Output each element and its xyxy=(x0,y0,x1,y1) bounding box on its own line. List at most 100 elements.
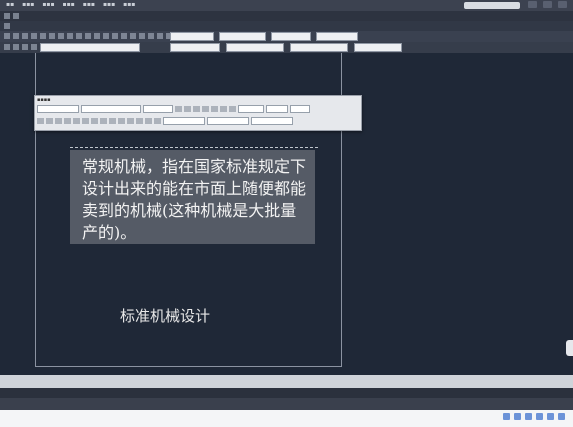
align-right-icon[interactable] xyxy=(82,118,89,124)
tool-icon[interactable] xyxy=(67,33,73,39)
columns-icon[interactable] xyxy=(37,118,44,124)
minimize-icon[interactable] xyxy=(528,1,537,8)
paragraph-row xyxy=(37,117,293,125)
tool-icon[interactable] xyxy=(4,44,10,50)
uppercase-icon[interactable] xyxy=(136,118,143,124)
tool-icon[interactable] xyxy=(13,13,19,19)
text-formatting-toolbar[interactable]: ▪▪▪▪ xyxy=(34,95,362,131)
font-select[interactable] xyxy=(81,105,141,113)
insert-field-icon[interactable] xyxy=(127,118,134,124)
tool-icon[interactable] xyxy=(148,33,154,39)
system-tray xyxy=(503,413,565,420)
side-panel-tab[interactable] xyxy=(566,340,573,356)
search-input[interactable] xyxy=(464,2,520,9)
text-style-select[interactable] xyxy=(37,105,79,113)
tool-icon[interactable] xyxy=(31,44,37,50)
title-bar: ▪▪ ▪▪▪ ▪▪▪ ▪▪▪ ▪▪▪ ▪▪▪ ▪▪▪ xyxy=(0,0,573,11)
layer-dropdown[interactable] xyxy=(40,43,140,52)
status-bar xyxy=(0,398,573,410)
menu-item[interactable]: ▪▪▪ xyxy=(123,1,135,8)
dim-style-dropdown[interactable] xyxy=(219,32,266,41)
mtext-content[interactable]: 常规机械，指在国家标准规定下设计出来的能在市面上随便都能卖到的机械(这种机械是大… xyxy=(82,156,312,244)
underline-icon[interactable] xyxy=(193,106,200,112)
tool-icon[interactable] xyxy=(85,33,91,39)
distribute-icon[interactable] xyxy=(100,118,107,124)
tool-icon[interactable] xyxy=(139,33,145,39)
window-controls xyxy=(528,1,567,8)
bold-icon[interactable] xyxy=(175,106,182,112)
menu-item[interactable]: ▪▪▪ xyxy=(63,1,75,8)
tool-icon[interactable] xyxy=(112,33,118,39)
menu-item[interactable]: ▪▪▪ xyxy=(103,1,115,8)
overline-icon[interactable] xyxy=(202,106,209,112)
taskbar xyxy=(0,410,573,427)
tool-icon[interactable] xyxy=(13,33,19,39)
color-dropdown[interactable] xyxy=(170,43,220,52)
linetype-dropdown[interactable] xyxy=(226,43,284,52)
table-style-dropdown[interactable] xyxy=(271,32,311,41)
tool-icon[interactable] xyxy=(31,33,37,39)
tool-icon[interactable] xyxy=(4,23,10,29)
undo-icon[interactable] xyxy=(211,106,218,112)
ok-button[interactable] xyxy=(266,105,288,113)
justify-icon[interactable] xyxy=(46,118,53,124)
tray-icon[interactable] xyxy=(503,413,510,420)
align-center-icon[interactable] xyxy=(73,118,80,124)
tool-icon[interactable] xyxy=(157,33,163,39)
redo-icon[interactable] xyxy=(220,106,227,112)
menu-item[interactable]: ▪▪▪ xyxy=(83,1,95,8)
tool-icon[interactable] xyxy=(103,33,109,39)
tracking-input[interactable] xyxy=(207,117,249,125)
tray-icon[interactable] xyxy=(536,413,543,420)
toolbar-row-1 xyxy=(0,11,573,21)
tray-icon[interactable] xyxy=(514,413,521,420)
tool-icon[interactable] xyxy=(121,33,127,39)
tool-icon[interactable] xyxy=(22,33,28,39)
tool-icon[interactable] xyxy=(130,33,136,39)
width-factor-input[interactable] xyxy=(251,117,293,125)
plotstyle-dropdown[interactable] xyxy=(354,43,402,52)
line-spacing-icon[interactable] xyxy=(109,118,116,124)
tool-icon[interactable] xyxy=(22,44,28,50)
justify-full-icon[interactable] xyxy=(91,118,98,124)
options-button[interactable] xyxy=(290,105,310,113)
menu-item[interactable]: ▪▪▪ xyxy=(42,1,54,8)
oblique-angle-input[interactable] xyxy=(163,117,205,125)
command-history xyxy=(0,375,573,388)
command-line[interactable] xyxy=(0,388,573,398)
text-color-select[interactable] xyxy=(238,105,264,113)
stack-icon[interactable] xyxy=(229,106,236,112)
menu-item[interactable]: ▪▪ xyxy=(6,1,14,8)
tray-icon[interactable] xyxy=(525,413,532,420)
menu-item[interactable]: ▪▪▪ xyxy=(22,1,34,8)
tool-icon[interactable] xyxy=(4,13,10,19)
formatting-row xyxy=(37,105,310,113)
tool-icon[interactable] xyxy=(94,33,100,39)
multileader-style-dropdown[interactable] xyxy=(316,32,358,41)
menu-bar[interactable]: ▪▪ ▪▪▪ ▪▪▪ ▪▪▪ ▪▪▪ ▪▪▪ ▪▪▪ xyxy=(6,1,135,8)
toolbar-row-3 xyxy=(0,31,573,42)
close-icon[interactable] xyxy=(558,1,567,8)
toolbar-row-4 xyxy=(0,42,573,53)
tool-icon[interactable] xyxy=(40,33,46,39)
text-height-select[interactable] xyxy=(143,105,173,113)
drawing-caption: 标准机械设计 xyxy=(120,307,211,325)
style-dropdown[interactable] xyxy=(170,32,214,41)
toolbar-title: ▪▪▪▪ xyxy=(37,97,51,103)
tool-icon[interactable] xyxy=(76,33,82,39)
tray-icon[interactable] xyxy=(558,413,565,420)
italic-icon[interactable] xyxy=(184,106,191,112)
tool-icon[interactable] xyxy=(13,44,19,50)
lowercase-icon[interactable] xyxy=(145,118,152,124)
tool-icon[interactable] xyxy=(4,33,10,39)
tray-icon[interactable] xyxy=(547,413,554,420)
toolbar-row-2 xyxy=(0,21,573,31)
numbering-icon[interactable] xyxy=(118,118,125,124)
tool-icon[interactable] xyxy=(58,33,64,39)
paragraph-icon[interactable] xyxy=(55,118,62,124)
align-left-icon[interactable] xyxy=(64,118,71,124)
maximize-icon[interactable] xyxy=(543,1,552,8)
lineweight-dropdown[interactable] xyxy=(290,43,348,52)
tool-icon[interactable] xyxy=(49,33,55,39)
symbol-icon[interactable] xyxy=(154,118,161,124)
